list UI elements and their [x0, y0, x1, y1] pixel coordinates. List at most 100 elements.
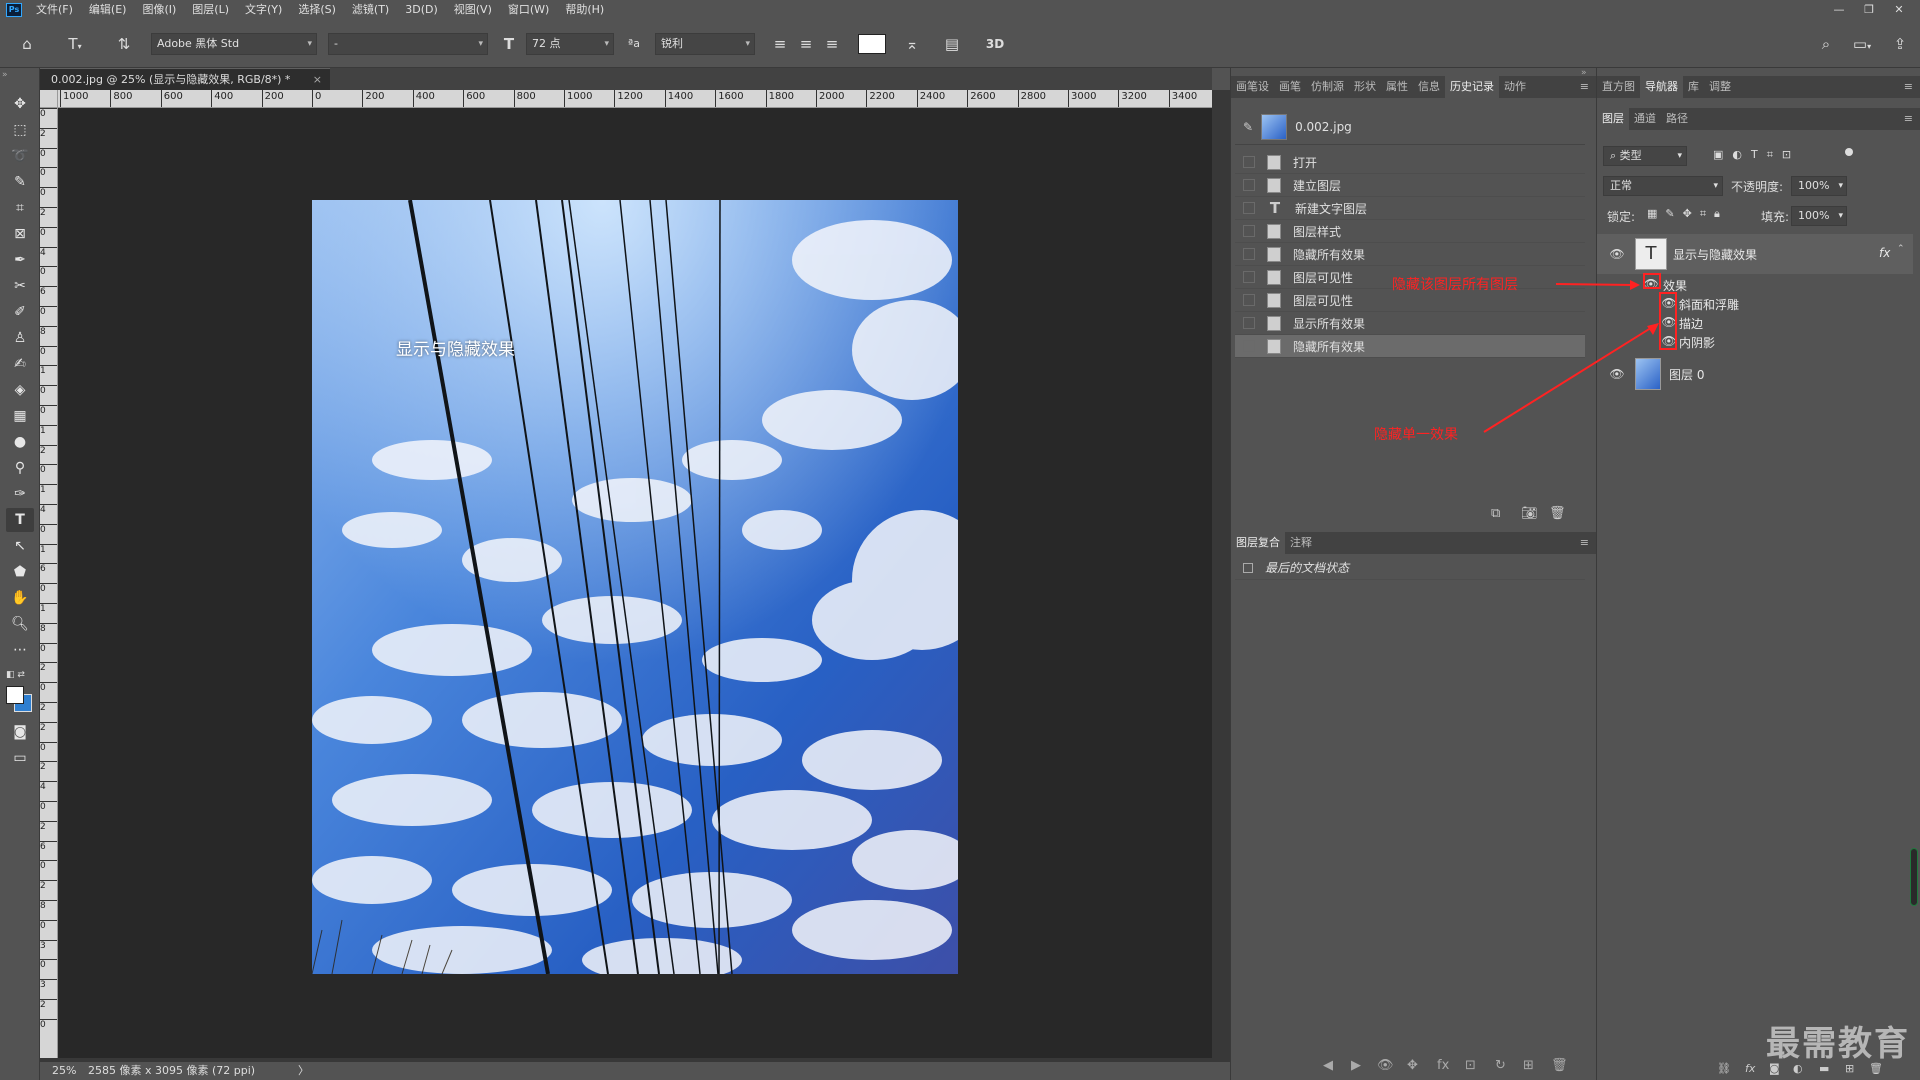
brush-tool-icon[interactable]: ✐ [6, 300, 34, 324]
tab-shapes[interactable]: 形状 [1349, 76, 1381, 98]
camera-icon[interactable]: 📷︎ [1521, 506, 1538, 521]
menu-file[interactable]: 文件(F) [28, 0, 81, 20]
screen-mode-icon[interactable]: ▭ [6, 746, 34, 770]
clone-stamp-tool-icon[interactable]: ♙ [6, 326, 34, 350]
restore-button[interactable]: ❐ [1854, 0, 1884, 20]
menu-window[interactable]: 窗口(W) [500, 0, 557, 20]
tab-history[interactable]: 历史记录 [1445, 76, 1499, 98]
horizontal-ruler[interactable]: 1000 800 600 400 200 0 200 400 600 800 1000 1200 140… [58, 90, 1212, 108]
collapse-effects-chevron-icon[interactable]: ⌃ [1897, 244, 1905, 254]
history-brush-checkbox[interactable] [1243, 202, 1255, 214]
move-tool-icon[interactable]: ✥ [6, 92, 34, 116]
history-snapshot[interactable]: ✎ 0.002.jpg [1235, 110, 1585, 145]
image-layer-name[interactable]: 图层 0 [1669, 366, 1704, 383]
document-image[interactable] [312, 200, 958, 974]
warp-text-icon[interactable]: ⌅ [900, 33, 924, 55]
previous-comp-icon[interactable]: ◀ [1323, 1058, 1333, 1073]
history-panel-menu-icon[interactable]: ≡ [1580, 76, 1589, 98]
document-tab[interactable]: 0.002.jpg @ 25% (显示与隐藏效果, RGB/8*) * × [40, 68, 330, 90]
menu-view[interactable]: 视图(V) [446, 0, 500, 20]
align-left-icon[interactable]: ≡ [770, 33, 790, 55]
tab-notes[interactable]: 注释 [1285, 532, 1317, 554]
history-brush-checkbox[interactable] [1243, 156, 1255, 168]
tab-libraries[interactable]: 库 [1683, 76, 1704, 98]
update-selected-icon[interactable]: ⊡ [1465, 1058, 1476, 1073]
add-style-fx-icon[interactable]: fx [1745, 1062, 1755, 1075]
history-brush-checkbox[interactable] [1243, 317, 1255, 329]
fill-input[interactable]: 100% ▾ [1791, 206, 1847, 226]
tab-brushes[interactable]: 画笔 [1274, 76, 1306, 98]
toggle-text-orientation-icon[interactable]: ⇅ [112, 33, 136, 55]
quick-selection-tool-icon[interactable]: ✎ [6, 170, 34, 194]
layers-panel-menu-icon[interactable]: ≡ [1904, 108, 1913, 130]
align-right-icon[interactable]: ≡ [822, 33, 842, 55]
minimize-button[interactable]: — [1824, 0, 1854, 20]
history-item[interactable]: 建立图层 [1235, 174, 1585, 197]
history-item[interactable]: 图层样式 [1235, 220, 1585, 243]
tab-properties[interactable]: 属性 [1381, 76, 1413, 98]
text-layer-name[interactable]: 显示与隐藏效果 [1673, 246, 1757, 263]
update-visibility-icon[interactable]: 👁︎ [1377, 1058, 1394, 1073]
collapse-toolbar-icon[interactable]: » [2, 70, 8, 80]
layer-comp-item[interactable]: 最后的文档状态 [1235, 556, 1585, 580]
crop-tool-icon[interactable]: ⌗ [6, 196, 34, 220]
new-comp-icon[interactable]: ⊞ [1523, 1058, 1534, 1073]
tab-layers[interactable]: 图层 [1597, 108, 1629, 130]
tab-info[interactable]: 信息 [1413, 76, 1445, 98]
update-appearance-icon[interactable]: fx [1437, 1058, 1449, 1073]
anti-alias-select[interactable]: 锐利 ▾ [655, 33, 755, 55]
tab-navigator[interactable]: 导航器 [1640, 76, 1683, 98]
blend-mode-select[interactable]: 正常 ▾ [1603, 176, 1723, 196]
pen-tool-icon[interactable]: ✑ [6, 482, 34, 506]
search-icon[interactable]: ⌕ [1814, 33, 1838, 55]
menu-image[interactable]: 图像(I) [134, 0, 184, 20]
gradient-tool-icon[interactable]: ▦ [6, 404, 34, 428]
history-brush-checkbox[interactable] [1243, 340, 1255, 352]
link-layers-icon[interactable]: ⛓︎ [1717, 1062, 1731, 1075]
type-tool-preset-icon[interactable]: T▾ [60, 33, 90, 55]
menu-select[interactable]: 选择(S) [290, 0, 344, 20]
close-tab-icon[interactable]: × [313, 69, 322, 90]
menu-3d[interactable]: 3D(D) [397, 0, 446, 20]
next-comp-icon[interactable]: ▶ [1351, 1058, 1361, 1073]
filter-toggle-icon[interactable] [1845, 148, 1853, 156]
opacity-input[interactable]: 100% ▾ [1791, 176, 1847, 196]
zoom-tool-icon[interactable]: 🔍︎ [6, 612, 34, 636]
layer-filter-icons[interactable]: ▣◐T⌗⊡ [1713, 148, 1800, 162]
refresh-icon[interactable]: ↻ [1495, 1058, 1506, 1073]
menu-edit[interactable]: 编辑(E) [81, 0, 135, 20]
character-panel-icon[interactable]: ▤ [940, 33, 964, 55]
update-position-icon[interactable]: ✥ [1407, 1058, 1418, 1073]
quick-mask-icon[interactable]: ◙ [6, 720, 34, 744]
status-menu-arrow[interactable]: 〉 [298, 1062, 309, 1080]
history-item[interactable]: 打开 [1235, 151, 1585, 174]
history-brush-checkbox[interactable] [1243, 179, 1255, 191]
history-brush-checkbox[interactable] [1243, 294, 1255, 306]
canvas-text-layer[interactable]: 显示与隐藏效果 [396, 335, 515, 360]
text-color-swatch[interactable] [858, 34, 886, 54]
comps-panel-menu-icon[interactable]: ≡ [1580, 532, 1589, 554]
menu-help[interactable]: 帮助(H) [557, 0, 612, 20]
history-brush-checkbox[interactable] [1243, 225, 1255, 237]
blur-tool-icon[interactable]: ● [6, 430, 34, 454]
tab-paths[interactable]: 路径 [1661, 108, 1693, 130]
delete-comp-icon[interactable]: 🗑︎ [1551, 1058, 1568, 1073]
lock-icons[interactable]: ▦✎✥⌗🔒︎ [1647, 207, 1728, 221]
tab-clone-source[interactable]: 仿制源 [1306, 76, 1349, 98]
navigator-panel-menu-icon[interactable]: ≡ [1904, 76, 1913, 98]
history-brush-tool-icon[interactable]: ✍ [6, 352, 34, 376]
font-family-select[interactable]: Adobe 黑体 Std ▾ [151, 33, 317, 55]
font-size-select[interactable]: 72 点 ▾ [526, 33, 614, 55]
share-icon[interactable]: ⇪ [1888, 33, 1912, 55]
tab-brush-settings[interactable]: 画笔设 [1231, 76, 1274, 98]
3d-button[interactable]: 3D [982, 33, 1008, 55]
close-window-button[interactable]: ✕ [1884, 0, 1914, 20]
lasso-tool-icon[interactable]: ➰ [6, 144, 34, 168]
foreground-color-swatch[interactable] [6, 686, 24, 704]
layer-visibility-eye-icon[interactable]: 👁︎ [1609, 248, 1625, 260]
zoom-level[interactable]: 25% [52, 1062, 76, 1080]
panel-scrollbar-thumb[interactable] [1910, 848, 1918, 906]
tab-adjustments[interactable]: 调整 [1704, 76, 1736, 98]
new-document-from-state-icon[interactable]: ⧉ [1491, 506, 1500, 521]
dodge-tool-icon[interactable]: ⚲ [6, 456, 34, 480]
